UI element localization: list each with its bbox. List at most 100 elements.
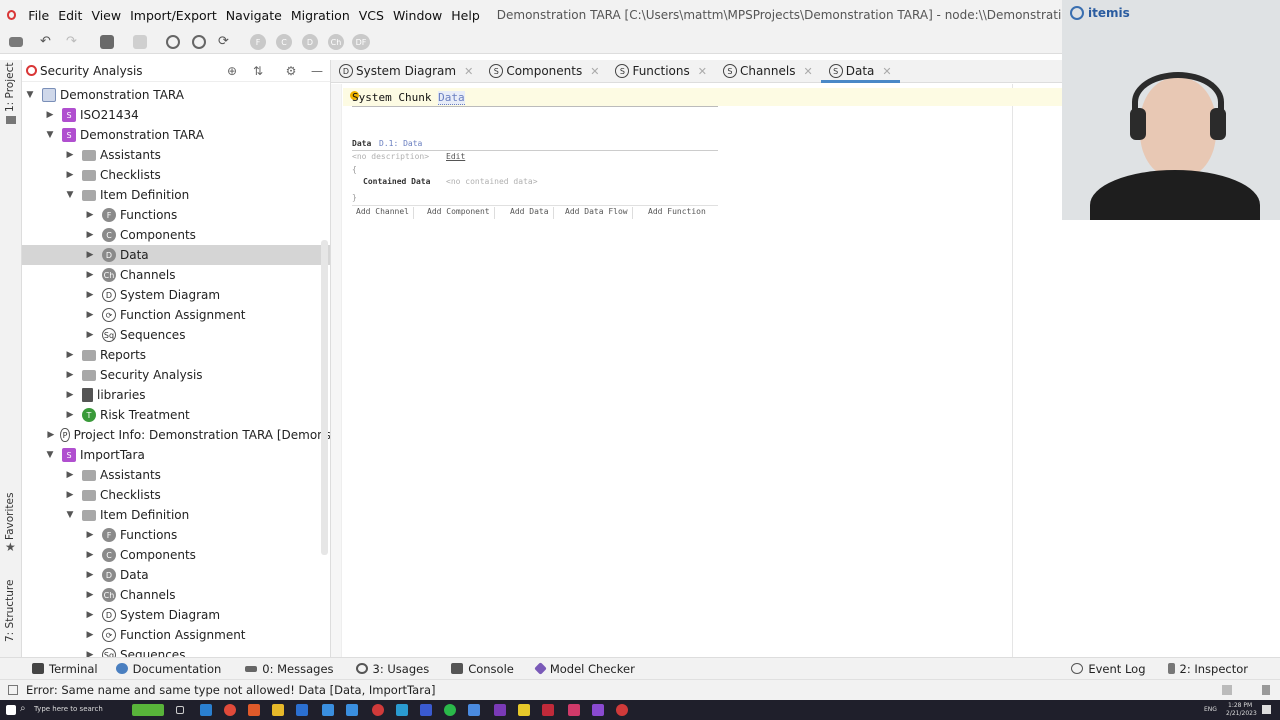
open-folder-icon[interactable] xyxy=(9,37,23,47)
menu-window[interactable]: Window xyxy=(393,8,442,23)
chevron-right-icon[interactable]: ▶ xyxy=(84,590,96,600)
status-toggle-icon[interactable] xyxy=(8,685,18,695)
editor-area[interactable] xyxy=(331,84,1062,657)
tree-item[interactable]: ▼ S ImportTara xyxy=(22,445,330,465)
tree-item[interactable]: ▶ S ISO21434 xyxy=(22,105,330,125)
toolbar-button-df[interactable]: DF xyxy=(352,34,370,50)
inspector-tab[interactable]: 2: Inspector xyxy=(1167,662,1248,676)
tree-item[interactable]: ▶ Reports xyxy=(22,345,330,365)
menu-edit[interactable]: Edit xyxy=(58,8,82,23)
tree-item[interactable]: ▶ Sq Sequences xyxy=(22,325,330,345)
toolbar-button-f[interactable]: F xyxy=(250,34,266,50)
chevron-right-icon[interactable]: ▶ xyxy=(64,170,76,180)
documentation-tab[interactable]: Documentation xyxy=(115,662,221,676)
structure-tool-tab[interactable]: 7: Structure xyxy=(4,580,16,642)
app-icon-16[interactable] xyxy=(568,704,580,716)
close-icon[interactable]: ✕ xyxy=(590,65,599,78)
panel-title[interactable]: Security Analysis xyxy=(40,64,143,78)
app-icon-8[interactable] xyxy=(372,704,384,716)
windows-start-icon[interactable] xyxy=(6,705,16,715)
hide-icon[interactable]: — xyxy=(310,64,324,78)
toolbar-button-c[interactable]: C xyxy=(276,34,292,50)
build-icon[interactable] xyxy=(133,35,147,49)
event-log-tab[interactable]: Event Log xyxy=(1071,662,1146,676)
memory-indicator-icon[interactable] xyxy=(1262,685,1270,695)
app-icon-10[interactable] xyxy=(420,704,432,716)
chunk-header[interactable]: System Chunk Data xyxy=(352,91,465,105)
tree-item[interactable]: ▶ Assistants xyxy=(22,465,330,485)
gear-icon[interactable]: ⚙ xyxy=(284,64,298,78)
app-icon-7[interactable] xyxy=(346,704,358,716)
tab-components[interactable]: S Components ✕ xyxy=(481,60,607,83)
favorites-tool-tab[interactable]: Favorites xyxy=(4,493,16,540)
chevron-down-icon[interactable]: ▼ xyxy=(44,130,56,140)
chevron-right-icon[interactable]: ▶ xyxy=(84,550,96,560)
redo-icon[interactable]: ↷ xyxy=(66,35,80,49)
edit-link[interactable]: Edit xyxy=(446,152,465,161)
tree-item[interactable]: ▶ Sq Sequences xyxy=(22,645,330,657)
tab-data[interactable]: S Data ✕ xyxy=(820,60,900,83)
chunk-name-field[interactable]: Data xyxy=(438,91,465,105)
close-icon[interactable]: ✕ xyxy=(804,65,813,78)
add-data-button[interactable]: Add Data xyxy=(510,207,554,219)
make-icon[interactable] xyxy=(166,35,180,49)
taskbar-search-icon[interactable]: ⌕ xyxy=(20,703,26,714)
model-icon[interactable] xyxy=(100,35,114,49)
chevron-right-icon[interactable]: ▶ xyxy=(44,110,56,120)
tree-item[interactable]: ▶ Ch Channels xyxy=(22,265,330,285)
app-icon-11[interactable] xyxy=(444,704,456,716)
chevron-right-icon[interactable]: ▶ xyxy=(84,230,96,240)
app-icon-6[interactable] xyxy=(322,704,334,716)
chevron-right-icon[interactable]: ▶ xyxy=(64,350,76,360)
collapse-all-icon[interactable]: ⇅ xyxy=(251,64,265,78)
chevron-down-icon[interactable]: ▼ xyxy=(24,90,36,100)
menu-file[interactable]: File xyxy=(28,8,49,23)
app-icon-18[interactable] xyxy=(616,704,628,716)
add-component-button[interactable]: Add Component xyxy=(427,207,495,219)
app-icon-12[interactable] xyxy=(468,704,480,716)
model-checker-tab[interactable]: Model Checker xyxy=(533,662,635,676)
taskbar-search-box[interactable]: Type here to search xyxy=(34,705,103,713)
app-icon-5[interactable] xyxy=(296,704,308,716)
tree-item[interactable]: ▶ F Functions xyxy=(22,525,330,545)
refresh-icon[interactable]: ⟳ xyxy=(218,35,232,49)
tree-item[interactable]: ▶ D System Diagram xyxy=(22,605,330,625)
menu-migration[interactable]: Migration xyxy=(291,8,350,23)
data-id[interactable]: D.1: Data xyxy=(379,139,422,148)
no-description[interactable]: <no description> xyxy=(352,152,429,161)
chevron-right-icon[interactable]: ▶ xyxy=(47,430,54,440)
explorer-icon[interactable] xyxy=(272,704,284,716)
chevron-right-icon[interactable]: ▶ xyxy=(84,570,96,580)
menu-navigate[interactable]: Navigate xyxy=(226,8,282,23)
app-icon-3[interactable] xyxy=(248,704,260,716)
chevron-right-icon[interactable]: ▶ xyxy=(64,410,76,420)
cortana-icon[interactable] xyxy=(132,704,164,716)
tab-channels[interactable]: S Channels ✕ xyxy=(715,60,821,83)
app-icon-13[interactable] xyxy=(494,704,506,716)
tree-item[interactable]: ▶ libraries xyxy=(22,385,330,405)
chevron-right-icon[interactable]: ▶ xyxy=(84,330,96,340)
chevron-right-icon[interactable]: ▶ xyxy=(84,270,96,280)
taskbar-lang[interactable]: ENG xyxy=(1204,706,1217,713)
star-icon[interactable]: ★ xyxy=(5,540,16,554)
toolbar-button-d[interactable]: D xyxy=(302,34,318,50)
taskbar-date[interactable]: 2/21/2023 xyxy=(1226,710,1257,717)
tree-item[interactable]: ▶ Checklists xyxy=(22,165,330,185)
tab-functions[interactable]: S Functions ✕ xyxy=(607,60,715,83)
chevron-right-icon[interactable]: ▶ xyxy=(64,150,76,160)
chevron-right-icon[interactable]: ▶ xyxy=(64,370,76,380)
tree-item[interactable]: ▶ F Functions xyxy=(22,205,330,225)
chevron-right-icon[interactable]: ▶ xyxy=(84,250,96,260)
tree-item[interactable]: ▶ C Components xyxy=(22,225,330,245)
chevron-down-icon[interactable]: ▼ xyxy=(64,510,76,520)
tree-item[interactable]: ▶ Security Analysis xyxy=(22,365,330,385)
messages-tab[interactable]: 0: Messages xyxy=(245,662,334,676)
project-tool-icon[interactable] xyxy=(6,116,16,124)
power-save-icon[interactable] xyxy=(1222,685,1232,695)
chevron-right-icon[interactable]: ▶ xyxy=(84,210,96,220)
menu-import-export[interactable]: Import/Export xyxy=(130,8,217,23)
chevron-right-icon[interactable]: ▶ xyxy=(64,490,76,500)
tree-item[interactable]: ▼ Item Definition xyxy=(22,505,330,525)
app-icon-9[interactable] xyxy=(396,704,408,716)
locate-icon[interactable]: ⊕ xyxy=(225,64,239,78)
